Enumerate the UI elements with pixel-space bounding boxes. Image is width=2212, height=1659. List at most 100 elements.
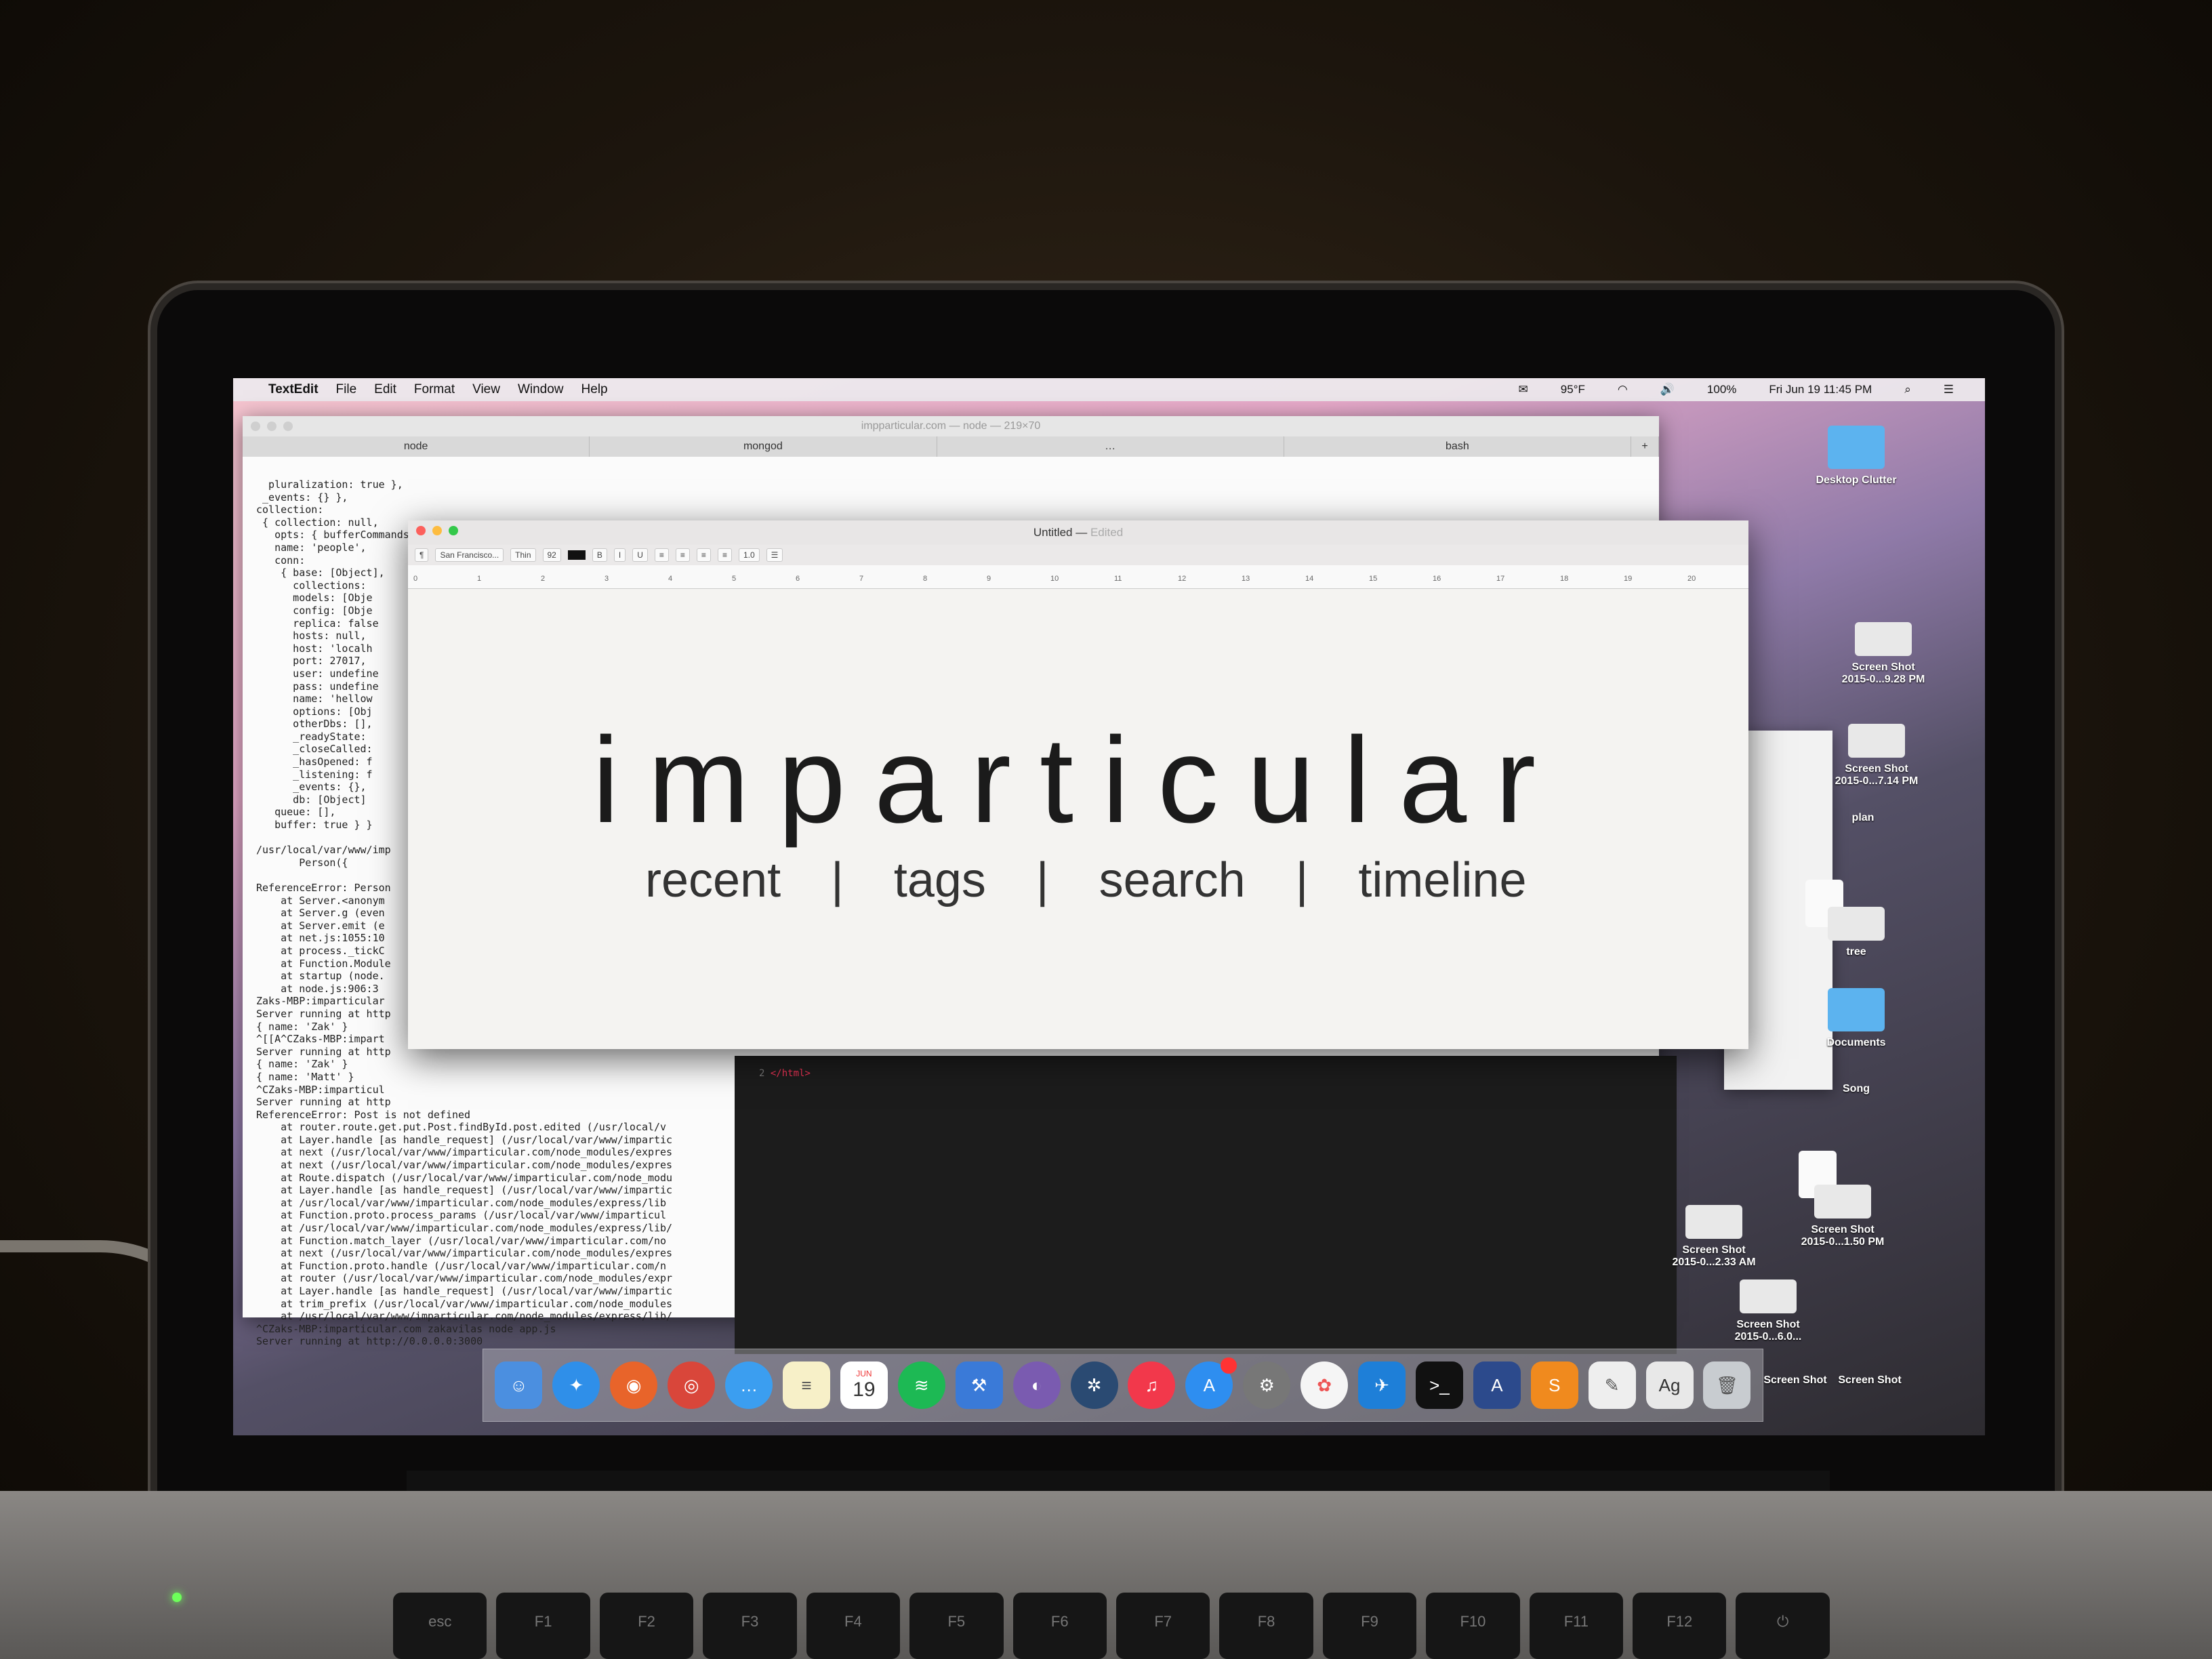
new-tab-button[interactable]: + [1631, 436, 1659, 457]
ruler[interactable]: 0 1 2 3 4 5 6 7 8 9 10 11 12 13 14 15 16… [408, 565, 1748, 589]
key-f5[interactable]: F5 [909, 1593, 1004, 1659]
document-body[interactable]: imparticular recent | tags | search | ti… [408, 588, 1748, 1049]
menu-file[interactable]: File [336, 382, 357, 397]
align-center-button[interactable]: ≡ [675, 548, 690, 562]
key-f8[interactable]: F8 [1219, 1593, 1313, 1659]
desktop-item-label: Screen Shot [1845, 763, 1908, 775]
underline-button[interactable]: U [632, 548, 648, 562]
bold-button[interactable]: B [592, 548, 607, 562]
menu-format[interactable]: Format [414, 382, 455, 397]
close-icon[interactable] [251, 422, 260, 431]
volume-icon[interactable]: 🔊 [1660, 383, 1675, 396]
calendar-icon[interactable]: JUN 19 [840, 1361, 888, 1409]
textedit-titlebar[interactable]: Untitled — Edited [408, 520, 1748, 545]
format-toolbar: ¶ San Francisco... Thin 92 B I U ≡ ≡ ≡ ≡… [408, 545, 1748, 565]
align-left-button[interactable]: ≡ [654, 548, 669, 562]
desktop-item-label: plan [1851, 812, 1875, 823]
photos-icon[interactable]: ✿ [1300, 1361, 1349, 1409]
desktop-screenshot[interactable]: Screen Shot 2015-0...2.33 AM [1656, 1205, 1771, 1269]
line-spacing-select[interactable]: 1.0 [738, 548, 760, 562]
notification-center-icon[interactable]: ☰ [1944, 383, 1954, 396]
terminal-titlebar[interactable]: impparticular.com — node — 219×70 [243, 416, 1659, 436]
font-family-select[interactable]: San Francisco... [435, 548, 504, 562]
trash-icon[interactable]: 🗑 [1703, 1361, 1751, 1409]
zoom-icon[interactable] [449, 526, 458, 535]
minimize-icon[interactable] [432, 526, 442, 535]
menu-view[interactable]: View [472, 382, 500, 397]
terminal-icon[interactable]: >_ [1415, 1361, 1463, 1409]
italic-button[interactable]: I [613, 548, 626, 562]
key-f9[interactable]: F9 [1322, 1593, 1417, 1659]
system-preferences-icon[interactable]: ⚙ [1243, 1361, 1291, 1409]
desktop-screenshot[interactable]: Screen Shot 2015-0...1.50 PM [1785, 1185, 1900, 1248]
minimize-icon[interactable] [267, 422, 276, 431]
battery-percent[interactable]: 100% [1707, 383, 1736, 396]
sublime-text-icon[interactable]: S [1530, 1361, 1578, 1409]
weather-temp[interactable]: 95°F [1561, 383, 1585, 396]
notes-icon[interactable]: ≡ [782, 1361, 830, 1409]
desktop-folder-documents[interactable]: Documents [1799, 988, 1914, 1049]
textedit-icon[interactable]: ✎ [1588, 1361, 1636, 1409]
key-f10[interactable]: F10 [1426, 1593, 1520, 1659]
desktop-screenshot[interactable]: Screen Shot [1812, 1374, 1927, 1387]
menu-window[interactable]: Window [518, 382, 564, 397]
desktop-screenshot[interactable]: Screen Shot 2015-0...9.28 PM [1826, 622, 1941, 686]
tab-overflow[interactable]: … [937, 436, 1284, 457]
desktop-screenshot[interactable]: Screen Shot 2015-0...6.0... [1711, 1279, 1826, 1343]
xcode-icon[interactable]: ⚒ [955, 1361, 1003, 1409]
key-f6[interactable]: F6 [1012, 1593, 1107, 1659]
key-f2[interactable]: F2 [599, 1593, 694, 1659]
desktop-item-label: Screen Shot [1682, 1244, 1746, 1256]
paragraph-styles-button[interactable]: ¶ [415, 548, 429, 562]
code-editor-window[interactable]: 2 </html> [735, 1056, 1677, 1354]
justify-button[interactable]: ≡ [717, 548, 732, 562]
instruments-icon[interactable]: A [1473, 1361, 1521, 1409]
ruler-mark: 17 [1496, 575, 1505, 583]
messages-icon[interactable]: … [725, 1361, 773, 1409]
mail-app-icon[interactable]: ✈ [1358, 1361, 1406, 1409]
text-color-swatch[interactable] [567, 550, 586, 560]
finder-icon[interactable]: ☺ [495, 1361, 543, 1409]
chrome-icon[interactable]: ◎ [668, 1361, 716, 1409]
desktop-file-plan[interactable]: plan [1805, 812, 1921, 927]
desktop-file-tree[interactable]: tree [1799, 907, 1914, 958]
tab-node[interactable]: node [243, 436, 590, 457]
firefox-icon[interactable]: ◉ [610, 1361, 658, 1409]
key-f3[interactable]: F3 [703, 1593, 797, 1659]
spotify-icon[interactable]: ≋ [897, 1361, 945, 1409]
key-power[interactable]: ⏻ [1736, 1593, 1830, 1659]
document-title: Untitled [1033, 526, 1073, 539]
desktop-file-song[interactable]: Song [1799, 1083, 1914, 1198]
font-weight-select[interactable]: Thin [510, 548, 536, 562]
zoom-icon[interactable] [283, 422, 293, 431]
tab-bash[interactable]: bash [1284, 436, 1631, 457]
textedit-window[interactable]: Untitled — Edited ¶ San Francisco... Thi… [408, 520, 1748, 1049]
tab-mongod[interactable]: mongod [590, 436, 937, 457]
font-book-icon[interactable]: Ag [1645, 1361, 1694, 1409]
menu-clock[interactable]: Fri Jun 19 11:45 PM [1769, 383, 1872, 396]
sourcetree-icon[interactable]: ✲ [1070, 1361, 1118, 1409]
menu-edit[interactable]: Edit [374, 382, 396, 397]
app-store-icon[interactable]: A [1185, 1357, 1237, 1409]
close-icon[interactable] [416, 526, 426, 535]
key-f4[interactable]: F4 [806, 1593, 901, 1659]
nav-timeline: timeline [1358, 853, 1527, 907]
wifi-icon[interactable]: ◠ [1618, 383, 1628, 396]
key-esc[interactable]: esc [393, 1593, 487, 1659]
itunes-icon[interactable]: ♫ [1128, 1361, 1176, 1409]
list-button[interactable]: ☰ [766, 548, 783, 562]
eclipse-icon[interactable]: ◐ [1012, 1361, 1061, 1409]
key-f11[interactable]: F11 [1529, 1593, 1624, 1659]
desktop-folder-desktop-clutter[interactable]: Desktop Clutter [1799, 426, 1914, 487]
safari-icon[interactable]: ✦ [552, 1361, 600, 1409]
menu-app-name[interactable]: TextEdit [268, 382, 319, 397]
desktop-screenshot[interactable]: Screen Shot 2015-0...7.14 PM [1819, 724, 1934, 787]
key-f1[interactable]: F1 [496, 1593, 590, 1659]
mail-icon[interactable]: ✉ [1519, 383, 1528, 396]
key-f7[interactable]: F7 [1115, 1593, 1210, 1659]
spotlight-icon[interactable]: ⌕ [1904, 383, 1911, 396]
align-right-button[interactable]: ≡ [696, 548, 711, 562]
key-f12[interactable]: F12 [1633, 1593, 1727, 1659]
font-size-select[interactable]: 92 [542, 548, 561, 562]
menu-help[interactable]: Help [581, 382, 608, 397]
